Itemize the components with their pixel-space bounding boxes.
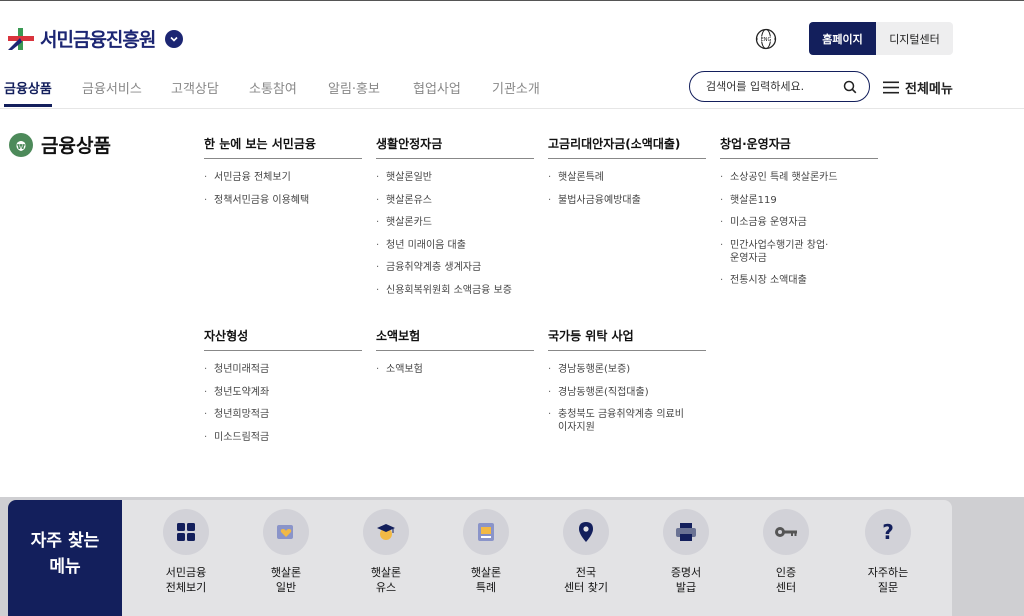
menu-link[interactable]: 정책서민금융 이용혜택 <box>204 194 362 207</box>
menu-link[interactable]: 신용회복위원회 소액금융 보증 <box>376 284 534 297</box>
menu-link[interactable]: 미소금융 운영자금 <box>720 216 878 229</box>
top-bar: 서민금융진흥원 ENG 홈페이지 디지털센터 <box>0 0 1024 66</box>
menu-link[interactable]: 햇살론특례 <box>548 171 706 184</box>
mega-menu-title: ₩ 금융상품 <box>9 131 111 158</box>
active-tab-indicator <box>4 104 52 107</box>
quick-item-auth-center[interactable]: 인증 센터 <box>746 509 826 595</box>
search-input[interactable] <box>706 80 843 93</box>
column-heading[interactable]: 국가등 위탁 사업 <box>548 327 706 351</box>
svg-text:₩: ₩ <box>17 143 25 151</box>
search-icon[interactable] <box>843 80 857 94</box>
nav-item-cooperation[interactable]: 협업사업 <box>413 78 461 97</box>
menu-link[interactable]: 햇살론유스 <box>376 194 534 207</box>
menu-link[interactable]: 청년희망적금 <box>204 408 362 421</box>
money-bag-icon: ₩ <box>9 132 33 157</box>
menu-link[interactable]: 소액보험 <box>376 363 534 376</box>
quick-item-sunshine-general[interactable]: 햇살론 일반 <box>246 509 326 595</box>
menu-link[interactable]: 경남동행론(직접대출) <box>548 386 706 399</box>
nav-item-customer-consulting[interactable]: 고객상담 <box>171 78 219 97</box>
menu-column: 창업·운영자금 소상공인 특례 햇살론카드 햇살론119 미소금융 운영자금 민… <box>720 135 878 297</box>
logo-text: 서민금융진흥원 <box>40 29 156 51</box>
menu-link[interactable]: 미소드림적금 <box>204 431 362 444</box>
column-heading[interactable]: 소액보험 <box>376 327 534 351</box>
menu-link[interactable]: 청년도약계좌 <box>204 386 362 399</box>
globe-label: ENG <box>761 37 772 43</box>
menu-link[interactable]: 금융취약계층 생계자금 <box>376 261 534 274</box>
menu-link[interactable]: 불법사금융예방대출 <box>548 194 706 207</box>
menu-column: 국가등 위탁 사업 경남동행론(보증) 경남동행론(직접대출) 충청북도 금융취… <box>548 327 706 444</box>
digital-center-button[interactable]: 디지털센터 <box>876 22 953 55</box>
column-heading[interactable]: 창업·운영자금 <box>720 135 878 159</box>
hamburger-icon <box>883 81 899 94</box>
quick-item-certificate[interactable]: 증명서 발급 <box>646 509 726 595</box>
document-icon <box>463 509 509 555</box>
menu-column: 생활안정자금 햇살론일반 햇살론유스 햇살론카드 청년 미래이음 대출 금융취약… <box>376 135 534 306</box>
nav-item-notice-pr[interactable]: 알림·홍보 <box>328 78 380 97</box>
menu-link[interactable]: 민간사업수행기관 창업· 운영자금 <box>720 239 878 265</box>
menu-link[interactable]: 청년미래적금 <box>204 363 362 376</box>
nav-item-financial-products[interactable]: 금융상품 <box>4 78 52 97</box>
quick-item-sunshine-special[interactable]: 햇살론 특례 <box>446 509 526 595</box>
quick-item-faq[interactable]: ? 자주하는 질문 <box>848 509 928 595</box>
menu-link[interactable]: 경남동행론(보증) <box>548 363 706 376</box>
menu-link[interactable]: 서민금융 전체보기 <box>204 171 362 184</box>
menu-link[interactable]: 소상공인 특례 햇살론카드 <box>720 171 878 184</box>
menu-column: 자산형성 청년미래적금 청년도약계좌 청년희망적금 미소드림적금 <box>204 327 362 453</box>
menu-column: 한 눈에 보는 서민금융 서민금융 전체보기 정책서민금융 이용혜택 <box>204 135 362 216</box>
question-icon: ? <box>865 509 911 555</box>
location-pin-icon <box>563 509 609 555</box>
site-switch: 홈페이지 디지털센터 <box>809 22 953 55</box>
menu-link[interactable]: 햇살론카드 <box>376 216 534 229</box>
key-icon <box>763 509 809 555</box>
column-heading[interactable]: 생활안정자금 <box>376 135 534 159</box>
search-box <box>689 71 870 102</box>
home-button[interactable]: 홈페이지 <box>809 22 876 55</box>
quick-item-find-center[interactable]: 전국 센터 찾기 <box>546 509 626 595</box>
grid-icon <box>163 509 209 555</box>
menu-column: 고금리대안자금(소액대출) 햇살론특례 불법사금융예방대출 <box>548 135 706 216</box>
menu-link[interactable]: 전통시장 소액대출 <box>720 274 878 287</box>
all-menu-label: 전체메뉴 <box>905 82 953 97</box>
menu-column: 소액보험 소액보험 <box>376 327 534 386</box>
quick-menu-bar: 자주 찾는 메뉴 서민금융 전체보기 햇살론 일반 햇살론 유스 햇살론 특례 전국 센터… <box>0 497 1024 616</box>
menu-link[interactable]: 햇살론119 <box>720 194 878 207</box>
globe-icon[interactable]: ENG <box>755 28 777 50</box>
page-title: 금융상품 <box>41 135 111 157</box>
nav-item-communication[interactable]: 소통참여 <box>249 78 297 97</box>
graduate-icon <box>363 509 409 555</box>
column-heading[interactable]: 고금리대안자금(소액대출) <box>548 135 706 159</box>
quick-item-all-products[interactable]: 서민금융 전체보기 <box>146 509 226 595</box>
column-heading[interactable]: 자산형성 <box>204 327 362 351</box>
column-heading[interactable]: 한 눈에 보는 서민금융 <box>204 135 362 159</box>
heart-card-icon <box>263 509 309 555</box>
chevron-down-icon[interactable] <box>165 29 184 48</box>
menu-link[interactable]: 햇살론일반 <box>376 171 534 184</box>
printer-icon <box>663 509 709 555</box>
nav-item-about[interactable]: 기관소개 <box>492 78 540 97</box>
nav-item-financial-services[interactable]: 금융서비스 <box>82 78 142 97</box>
logo[interactable]: 서민금융진흥원 <box>8 25 184 52</box>
quick-item-sunshine-youth[interactable]: 햇살론 유스 <box>346 509 426 595</box>
menu-link[interactable]: 청년 미래이음 대출 <box>376 239 534 252</box>
logo-mark-icon <box>8 27 34 50</box>
main-nav: 금융상품 금융서비스 고객상담 소통참여 알림·홍보 협업사업 기관소개 <box>0 66 1024 109</box>
quick-menu-label: 자주 찾는 메뉴 <box>8 500 122 616</box>
all-menu-button[interactable]: 전체메뉴 <box>883 78 953 97</box>
menu-link[interactable]: 충청북도 금융취약계층 의료비 이자지원 <box>548 408 706 434</box>
